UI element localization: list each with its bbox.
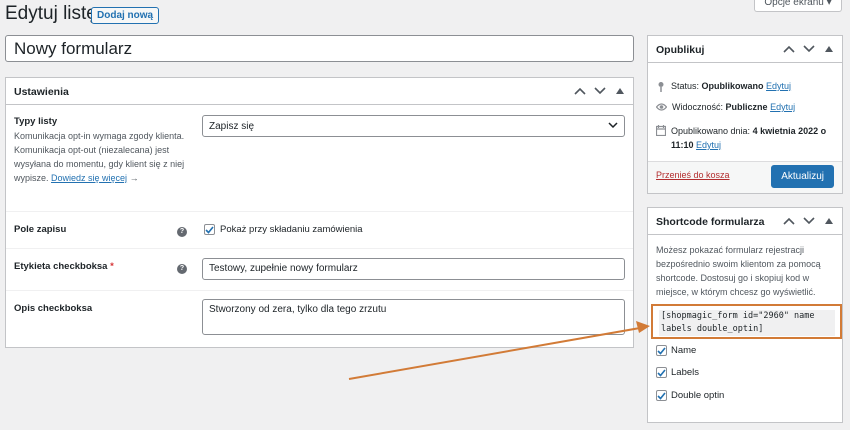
- shortcode-code-highlight: [shopmagic_form id="2960" name labels do…: [651, 304, 842, 339]
- checkbox-label-label: Etykieta checkboksa *: [14, 261, 114, 272]
- settings-box-controls: [572, 84, 628, 98]
- save-field-row: Pole zapisu ? Pokaż przy składaniu zamów…: [6, 212, 633, 249]
- list-type-select[interactable]: Zapisz się: [202, 115, 625, 137]
- checkbox-label-row: Etykieta checkboksa * ? Testowy, zupełni…: [6, 249, 633, 291]
- option-double-optin: Double optin: [656, 390, 724, 401]
- checkbox-description-row: Opis checkboksa Stworzony od zera, tylko…: [6, 291, 633, 347]
- chevron-down-icon[interactable]: [592, 84, 608, 98]
- chevron-down-icon[interactable]: [801, 214, 817, 228]
- save-field-label: Pole zapisu: [14, 224, 67, 235]
- name-checkbox[interactable]: [656, 345, 667, 356]
- edit-status-link[interactable]: Edytuj: [766, 81, 791, 91]
- form-title-input[interactable]: [5, 35, 634, 62]
- save-field-option: Pokaż przy składaniu zamówienia: [204, 224, 363, 235]
- shortcode-box-header: Shortcode formularza: [648, 208, 842, 235]
- option-labels: Labels: [656, 367, 699, 378]
- update-button[interactable]: Aktualizuj: [771, 165, 834, 188]
- list-type-row: Typy listy Komunikacja opt-in wymaga zgo…: [6, 106, 633, 212]
- labels-option-label: Labels: [671, 367, 699, 378]
- edit-visibility-link[interactable]: Edytuj: [770, 102, 795, 112]
- chevron-down-icon[interactable]: [801, 42, 817, 56]
- shortcode-description: Możesz pokazać formularz rejestracji bez…: [656, 245, 821, 297]
- add-new-button[interactable]: Dodaj nową: [91, 7, 160, 24]
- chevron-down-icon: [608, 121, 618, 132]
- list-type-description: Komunikacja opt-in wymaga zgody klienta.…: [14, 131, 185, 183]
- publish-box: Opublikuj Status: Opublikowano Edytuj Wi…: [647, 35, 843, 194]
- checkbox-label-input[interactable]: Testowy, zupełnie nowy formularz: [202, 258, 625, 280]
- shortcode-code[interactable]: [shopmagic_form id="2960" name labels do…: [659, 310, 835, 336]
- pin-icon: [656, 81, 666, 94]
- help-icon[interactable]: ?: [177, 264, 187, 274]
- collapse-triangle-icon[interactable]: [821, 214, 837, 228]
- visibility-line: Widoczność: Publiczne Edytuj: [655, 102, 795, 114]
- show-at-checkout-checkbox[interactable]: [204, 224, 215, 235]
- publish-box-header: Opublikuj: [648, 36, 842, 63]
- collapse-triangle-icon[interactable]: [612, 84, 628, 98]
- eye-icon: [655, 102, 668, 114]
- help-icon[interactable]: ?: [177, 227, 187, 237]
- collapse-triangle-icon[interactable]: [821, 42, 837, 56]
- show-at-checkout-label: Pokaż przy składaniu zamówienia: [220, 224, 363, 235]
- labels-checkbox[interactable]: [656, 367, 667, 378]
- chevron-up-icon[interactable]: [781, 214, 797, 228]
- shortcode-heading: Shortcode formularza: [656, 216, 765, 228]
- learn-more-link[interactable]: Dowiedz się więcej: [51, 173, 127, 183]
- double-optin-option-label: Double optin: [671, 390, 725, 401]
- settings-box: Ustawienia Typy listy Komunikacja opt-in…: [5, 77, 634, 348]
- checkbox-description-label: Opis checkboksa: [14, 303, 93, 314]
- double-optin-checkbox[interactable]: [656, 390, 667, 401]
- shortcode-box-controls: [781, 214, 837, 228]
- chevron-up-icon[interactable]: [572, 84, 588, 98]
- list-type-label: Typy listy: [14, 116, 58, 127]
- published-date-line: Opublikowano dnia: 4 kwietnia 2022 o 11:…: [655, 124, 836, 152]
- chevron-up-icon[interactable]: [781, 42, 797, 56]
- name-option-label: Name: [671, 345, 697, 356]
- status-line: Status: Opublikowano Edytuj: [656, 81, 791, 94]
- move-to-trash-link[interactable]: Przenieś do kosza: [656, 170, 730, 180]
- publish-box-controls: [781, 42, 837, 56]
- calendar-icon: [655, 125, 667, 140]
- status-value: Opublikowano: [701, 81, 764, 91]
- screen-options-button[interactable]: Opcje ekranu ▾: [754, 0, 842, 12]
- settings-heading: Ustawienia: [14, 86, 69, 98]
- edit-date-link[interactable]: Edytuj: [696, 140, 721, 150]
- publish-heading: Opublikuj: [656, 44, 705, 56]
- page-title: Edytuj listę: [5, 3, 97, 24]
- settings-box-header: Ustawienia: [6, 78, 633, 105]
- option-name: Name: [656, 345, 696, 356]
- checkbox-description-textarea[interactable]: Stworzony od zera, tylko dla tego zrzutu: [202, 299, 625, 335]
- visibility-value: Publiczne: [725, 102, 768, 112]
- publish-footer: Przenieś do kosza Aktualizuj: [648, 161, 842, 193]
